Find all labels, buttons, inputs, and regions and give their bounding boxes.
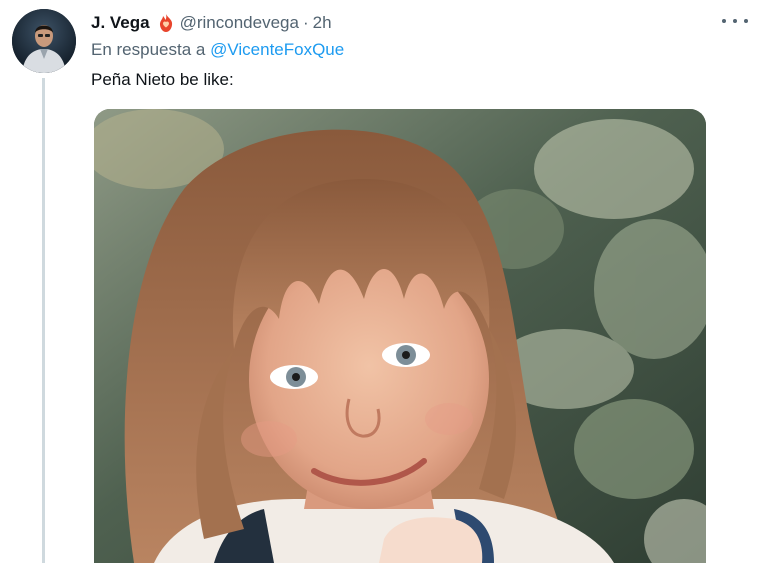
tweet: J. Vega @rincondevega · 2h En respuesta …: [0, 0, 768, 563]
flame-heart-icon: [156, 13, 176, 33]
reply-context: En respuesta a @VicenteFoxQue: [91, 40, 344, 60]
timestamp[interactable]: 2h: [313, 13, 332, 33]
reply-prefix: En respuesta a: [91, 40, 206, 59]
separator-dot: ·: [302, 13, 309, 32]
user-handle[interactable]: @rincondevega: [180, 13, 299, 33]
display-name[interactable]: J. Vega: [91, 13, 150, 33]
avatar[interactable]: [12, 9, 76, 73]
reply-to-link[interactable]: @VicenteFoxQue: [210, 40, 344, 59]
tweet-header: J. Vega @rincondevega · 2h: [91, 12, 332, 34]
more-options-icon[interactable]: [722, 10, 748, 32]
tweet-text: Peña Nieto be like:: [91, 70, 234, 89]
thread-line: [42, 78, 45, 563]
tweet-photo[interactable]: [94, 109, 706, 563]
